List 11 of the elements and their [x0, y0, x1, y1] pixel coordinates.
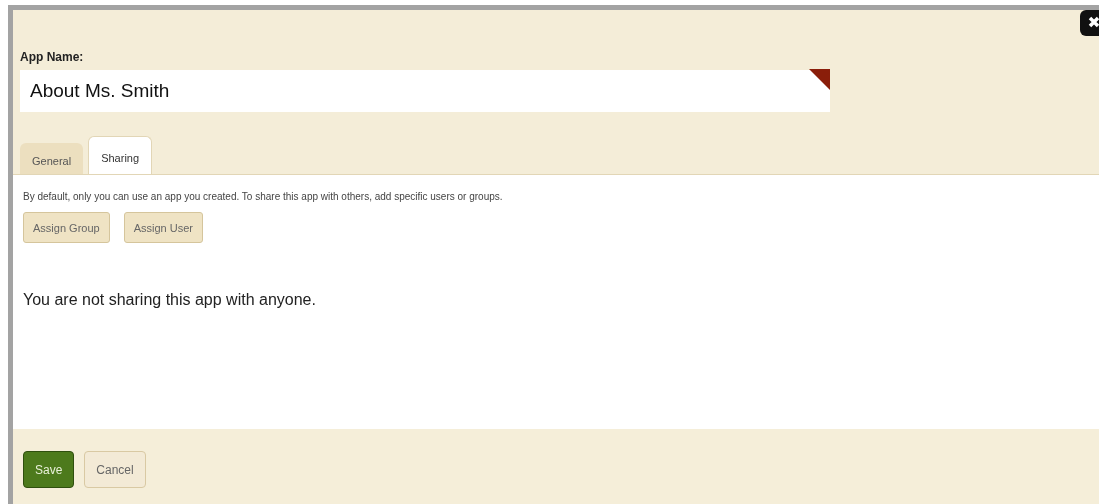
- sharing-description: By default, only you can use an app you created. To share this app with others, add specific users or groups.: [23, 191, 504, 202]
- empty-message: You are not sharing this app with anyone.: [23, 291, 317, 309]
- tab[interactable]: General: [20, 143, 84, 174]
- cancel-button[interactable]: Cancel: [84, 451, 146, 488]
- close-icon[interactable]: [1080, 10, 1099, 36]
- tab[interactable]: Sharing: [88, 136, 153, 174]
- field-label: App Name:: [20, 50, 85, 65]
- app-name-field[interactable]: About Ms. Smith: [20, 70, 830, 112]
- assign-button[interactable]: Assign User: [123, 212, 203, 243]
- assign-button[interactable]: Assign Group: [23, 212, 110, 243]
- save-button[interactable]: Save: [23, 451, 75, 488]
